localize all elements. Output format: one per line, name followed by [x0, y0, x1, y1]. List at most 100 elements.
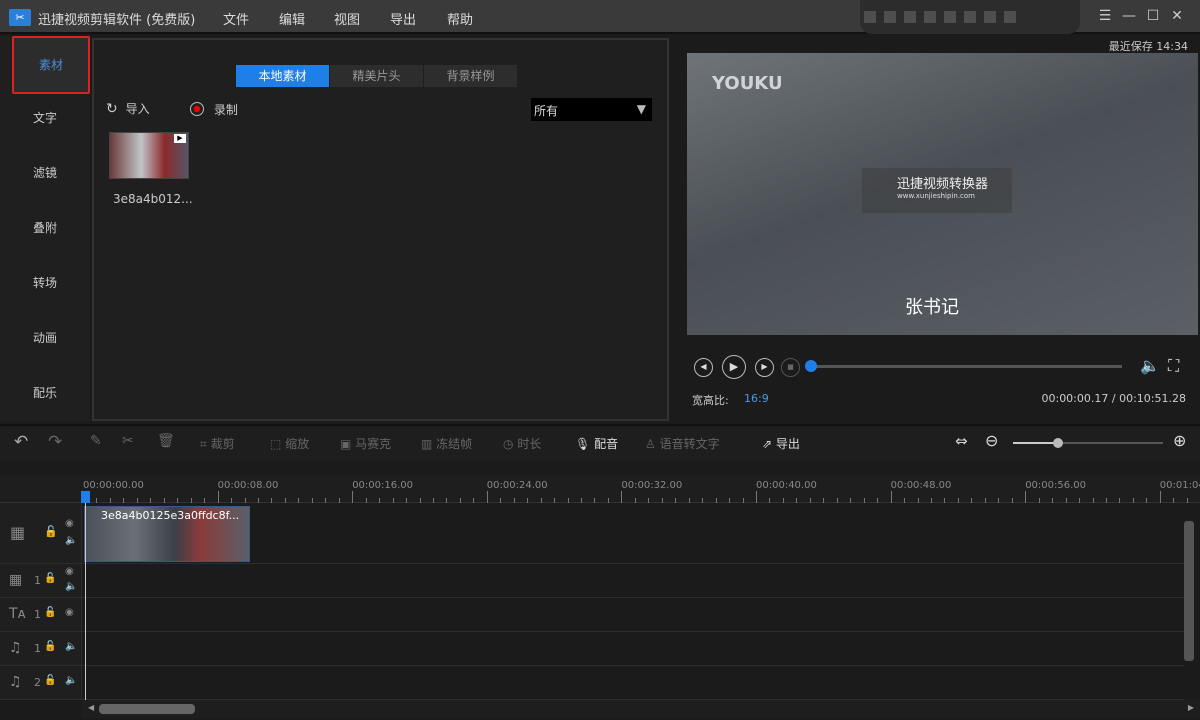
app-title: 迅捷视频剪辑软件 (免费版) [38, 13, 196, 28]
ruler-label: 00:01:04 [1159, 480, 1200, 491]
previous-frame-button[interactable]: ◀ [694, 358, 713, 377]
film-icon: ▦ [9, 572, 23, 588]
voiceover-button[interactable]: 🎙 配音 [575, 435, 618, 452]
fullscreen-icon[interactable]: ⛶ [1168, 356, 1179, 376]
ruler-tick [486, 491, 488, 503]
video-clip[interactable]: 3e8a4b0125e3a0ffdc8f... [84, 506, 250, 562]
export-button[interactable]: ⇗ 导出 [762, 435, 800, 452]
sidebar-item-filter[interactable]: 滤镜 [0, 146, 90, 201]
aspect-value[interactable]: 16:9 [744, 392, 769, 405]
close-icon[interactable]: ✕ [1168, 8, 1186, 24]
import-button[interactable]: ↻ 导入 [106, 100, 150, 117]
menu-file[interactable]: 文件 [223, 9, 249, 28]
track-number: 2 [34, 676, 41, 689]
track-number: 1 [34, 642, 41, 655]
play-button[interactable]: ▶ [722, 355, 746, 379]
lock-icon[interactable]: 🔓 [44, 525, 58, 538]
menu-help[interactable]: 帮助 [447, 9, 473, 28]
text-track: Tᴀ 1 🔓 ◉ [0, 598, 1184, 632]
progress-handle[interactable] [805, 360, 818, 372]
ruler-tick [352, 491, 354, 503]
scrollbar-thumb[interactable] [99, 704, 195, 714]
menu-export[interactable]: 导出 [390, 9, 416, 28]
sidebar-item-transition[interactable]: 转场 [0, 256, 90, 311]
next-frame-button[interactable]: ▶ [755, 358, 774, 377]
redo-icon[interactable]: ↷ [48, 432, 62, 452]
delete-icon[interactable]: 🗑 [157, 433, 175, 449]
sidebar-item-overlay[interactable]: 叠附 [0, 201, 90, 256]
ruler-tick [890, 491, 892, 503]
record-button[interactable]: 录制 [190, 100, 238, 118]
import-label: 导入 [125, 102, 150, 116]
sidebar-item-material[interactable]: 素材 [12, 36, 90, 94]
scroll-left-icon[interactable]: ◀ [88, 703, 94, 712]
freeze-label: 冻结帧 [436, 437, 473, 451]
filter-select[interactable]: 所有 ▼ [531, 98, 652, 121]
music-icon: ♫ [9, 674, 22, 690]
music-track: ♫ 2 🔓 🔈 [0, 666, 1184, 700]
sidebar-item-animation[interactable]: 动画 [0, 311, 90, 366]
duration-label: 时长 [517, 437, 542, 451]
track-header: ♫ 1 🔓 🔈 [0, 632, 82, 665]
eye-icon[interactable]: ◉ [65, 607, 74, 618]
timeline-ruler[interactable]: 00:00:00.00 00:00:08.00 00:00:16.00 00:00:2… [0, 475, 1200, 503]
volume-icon[interactable]: 🔈 [1140, 356, 1160, 375]
tab-local-material[interactable]: 本地素材 [236, 65, 329, 87]
settings-menu-icon[interactable]: ☰ [1096, 8, 1114, 24]
menu-edit[interactable]: 编辑 [279, 9, 305, 28]
stop-button[interactable]: ■ [781, 358, 800, 377]
tab-background[interactable]: 背景样例 [424, 65, 517, 87]
zoom-slider-handle[interactable] [1053, 438, 1063, 448]
undo-icon[interactable]: ↶ [14, 432, 28, 452]
music-track: ♫ 1 🔓 🔈 [0, 632, 1184, 666]
lock-icon[interactable]: 🔓 [44, 675, 56, 686]
speaker-icon[interactable]: 🔈 [65, 535, 77, 546]
mosaic-button[interactable]: ▣ 马赛克 [340, 435, 391, 452]
track-number: 1 [34, 574, 41, 587]
zoom-out-icon[interactable]: ⊖ [985, 431, 998, 450]
speaker-icon[interactable]: 🔈 [65, 675, 77, 686]
cut-icon[interactable]: ✂ [122, 433, 134, 449]
eye-icon[interactable]: ◉ [65, 566, 74, 577]
zoom-slider-fill [1013, 442, 1058, 444]
record-icon [190, 102, 204, 116]
playhead-handle[interactable] [81, 491, 90, 503]
video-preview[interactable]: YOUKU 迅捷视频转换器 www.xunjieshipin.com 张书记 [687, 53, 1198, 335]
horizontal-scrollbar[interactable]: ◀ ▶ [82, 700, 1200, 718]
zoom-button[interactable]: ⬚ 缩放 [270, 435, 309, 452]
text-icon: Tᴀ [9, 606, 26, 622]
duration-button[interactable]: ◷ 时长 [503, 435, 541, 452]
record-label: 录制 [213, 103, 238, 117]
vertical-scrollbar[interactable] [1184, 521, 1194, 661]
edit-icon[interactable]: ✎ [90, 433, 102, 449]
total-time: 00:10:51.28 [1119, 392, 1186, 405]
mosaic-label: 马赛克 [355, 437, 392, 451]
speaker-icon[interactable]: 🔈 [65, 581, 77, 592]
lock-icon[interactable]: 🔓 [44, 573, 56, 584]
maximize-icon[interactable]: ☐ [1144, 8, 1162, 24]
timeline-tracks: ▦ 🔓 ◉ 🔈 3e8a4b0125e3a0ffdc8f... ▦ 1 🔓 ◉ … [0, 503, 1200, 700]
timeline-zoom-slider[interactable] [1013, 438, 1163, 448]
sidebar-item-text[interactable]: 文字 [0, 91, 90, 146]
speaker-icon[interactable]: 🔈 [65, 641, 77, 652]
freeze-frame-button[interactable]: ▥ 冻结帧 [421, 435, 472, 452]
progress-slider[interactable] [805, 360, 1122, 372]
material-thumbnail[interactable]: ▶ [109, 132, 189, 179]
menu-view[interactable]: 视图 [334, 9, 360, 28]
watermark: 迅捷视频转换器 www.xunjieshipin.com [862, 168, 1012, 213]
lock-icon[interactable]: 🔓 [44, 607, 56, 618]
speech-to-text-button[interactable]: ♙ 语音转文字 [645, 435, 720, 452]
user-account-area[interactable] [860, 0, 1080, 34]
scroll-right-icon[interactable]: ▶ [1188, 703, 1194, 712]
ruler-tick [217, 491, 219, 503]
crop-button[interactable]: ⌗ 裁剪 [200, 435, 235, 452]
sidebar-item-music[interactable]: 配乐 [0, 366, 90, 421]
fit-timeline-icon[interactable]: ⇔ [955, 432, 968, 450]
film-icon: ▦ [10, 523, 26, 542]
zoom-in-icon[interactable]: ⊕ [1173, 431, 1186, 450]
track-header: ♫ 2 🔓 🔈 [0, 666, 82, 699]
tab-intro[interactable]: 精美片头 [330, 65, 423, 87]
minimize-icon[interactable]: — [1120, 8, 1138, 24]
lock-icon[interactable]: 🔓 [44, 641, 56, 652]
eye-icon[interactable]: ◉ [65, 518, 74, 529]
